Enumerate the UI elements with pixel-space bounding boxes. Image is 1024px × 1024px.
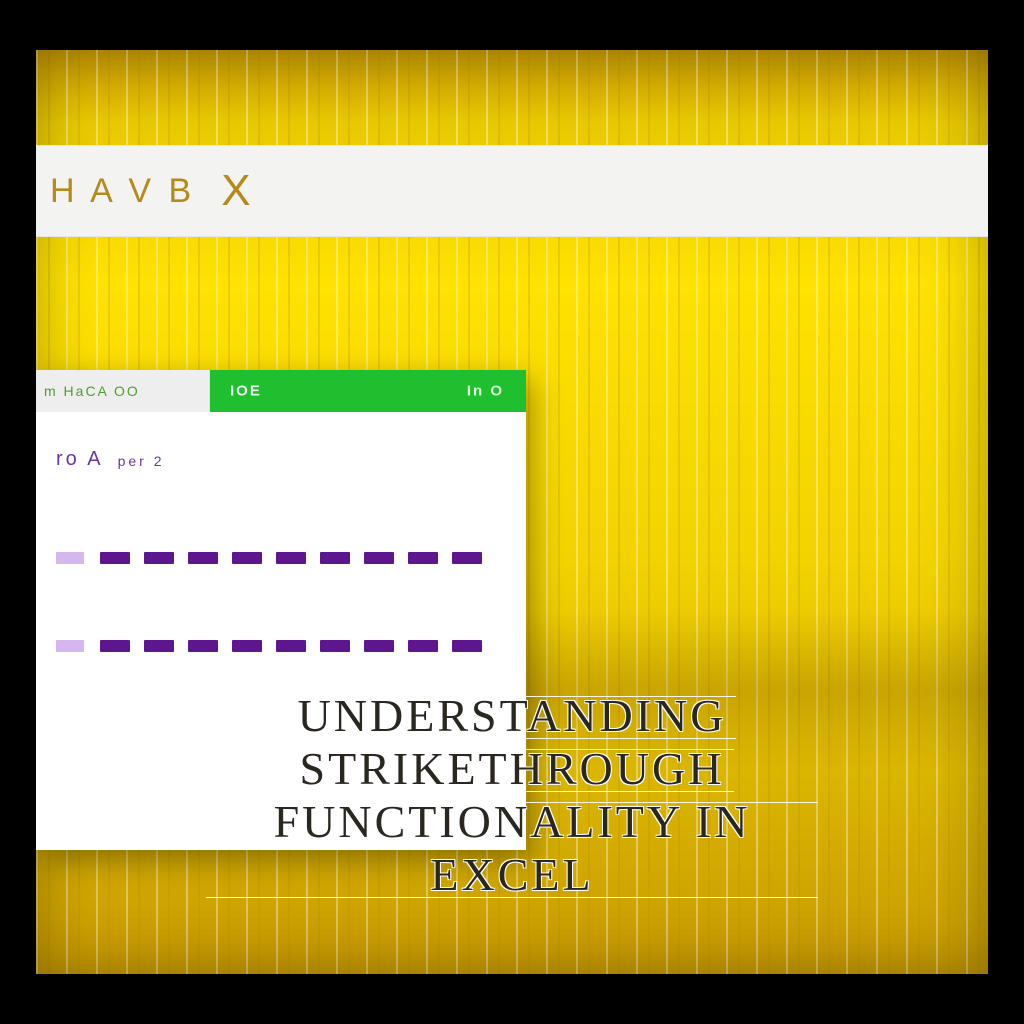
dialog-heading-sub: per 2 <box>118 453 165 469</box>
monitor-frame: H A V B X m HaCA OO IOE In O ro A per 2 <box>0 0 1024 1024</box>
formula-bar: H A V B X <box>36 145 988 237</box>
close-x-icon[interactable]: X <box>221 166 254 216</box>
screen-area: H A V B X m HaCA OO IOE In O ro A per 2 <box>36 50 988 974</box>
tab-active-badge: IOE <box>230 383 262 400</box>
caption-line-1: Understanding <box>298 690 727 741</box>
dialog-heading: ro A per 2 <box>56 448 506 471</box>
strikethrough-sample-2 <box>56 637 506 655</box>
sample-label-2 <box>56 640 84 652</box>
caption-line-2: Strikethrough <box>300 743 725 794</box>
tab-inactive-label: m HaCA OO <box>44 383 140 399</box>
caption-line-3: Functionality in Excel <box>274 796 751 900</box>
dialog-heading-main: ro A <box>56 448 104 471</box>
tab-active-tool: In O <box>467 383 504 400</box>
sample-label-1 <box>56 552 84 564</box>
dash-line-2 <box>100 640 506 652</box>
strikethrough-sample-1 <box>56 549 506 567</box>
dialog-body: ro A per 2 <box>36 412 526 675</box>
dash-line-1 <box>100 552 506 564</box>
formula-bar-text: H A V B <box>50 172 195 211</box>
dialog-tabs: m HaCA OO IOE In O <box>36 370 526 412</box>
tab-inactive[interactable]: m HaCA OO <box>36 370 210 412</box>
overlay-caption: Understanding Strikethrough Functionalit… <box>212 690 812 902</box>
tab-active[interactable]: IOE In O <box>210 370 526 412</box>
